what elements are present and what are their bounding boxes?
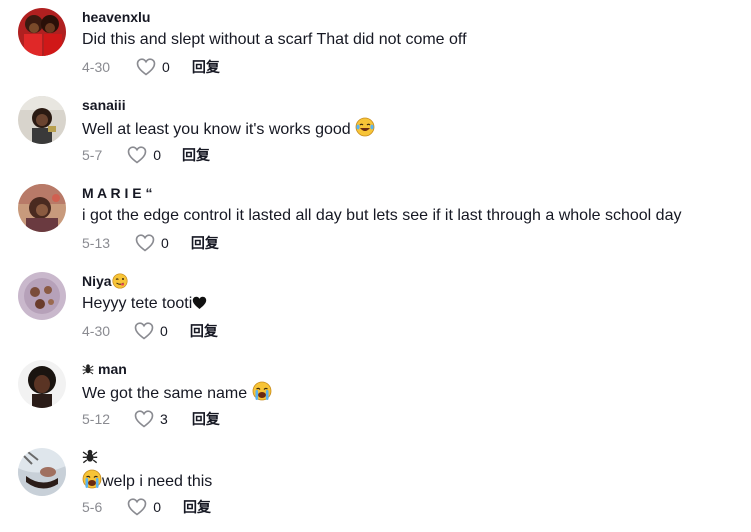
reply-button[interactable]: 回复 xyxy=(192,57,220,77)
comment-text-content: Well at least you know it's works good xyxy=(82,121,351,138)
comment-item: M A R I E “ i got the edge control it la… xyxy=(0,180,751,268)
like-count: 0 xyxy=(153,499,162,515)
comment-text: i got the edge control it lasted all day… xyxy=(82,207,682,224)
like-button[interactable]: 0 xyxy=(134,322,168,340)
avatar[interactable] xyxy=(18,272,66,320)
reply-button[interactable]: 回复 xyxy=(190,321,218,341)
comment-meta: 5-12 3 回复 xyxy=(82,409,220,429)
heart-icon xyxy=(134,410,154,428)
heart-icon xyxy=(136,58,156,76)
comment-text: Did this and slept without a scarf That … xyxy=(82,31,467,48)
reply-button[interactable]: 回复 xyxy=(191,233,219,253)
avatar[interactable] xyxy=(18,184,66,232)
comment-text: Heyyy tete tooti xyxy=(82,293,207,317)
heart-icon xyxy=(127,146,147,164)
comment-text: welp i need this xyxy=(82,469,212,496)
comment-item: Niya Heyyy tete tooti 4-30 0 回复 xyxy=(0,268,751,356)
heart-icon xyxy=(127,498,147,516)
avatar[interactable] xyxy=(18,96,66,144)
black-heart-emoji xyxy=(192,295,207,317)
username[interactable]: M A R I E “ xyxy=(82,184,153,202)
like-count: 0 xyxy=(162,59,170,75)
spider-emoji xyxy=(82,448,98,468)
comment-text-content: Heyyy tete tooti xyxy=(82,295,193,312)
username[interactable]: sanaiii xyxy=(82,96,126,114)
username[interactable]: Niya xyxy=(82,272,128,293)
comment-meta: 4-30 0 回复 xyxy=(82,321,218,341)
crying-emoji xyxy=(252,381,272,408)
like-count: 0 xyxy=(161,235,169,251)
comment-item: welp i need this 5-6 0 回复 xyxy=(0,444,751,532)
username-text: man xyxy=(98,361,127,377)
username[interactable] xyxy=(82,448,98,468)
spider-emoji xyxy=(82,361,94,379)
comment-meta: 4-30 0 回复 xyxy=(82,57,220,77)
comment-item: sanaiii Well at least you know it's work… xyxy=(0,92,751,180)
yum-emoji xyxy=(112,273,128,293)
username-text: Niya xyxy=(82,273,112,289)
avatar[interactable] xyxy=(18,448,66,496)
comment-meta: 5-6 0 回复 xyxy=(82,497,211,517)
comment-date: 5-6 xyxy=(82,499,103,515)
laughing-tears-emoji xyxy=(355,117,375,144)
comment-date: 4-30 xyxy=(82,323,111,339)
comment-date: 5-12 xyxy=(82,411,111,427)
comment-date: 4-30 xyxy=(82,59,111,75)
like-button[interactable]: 0 xyxy=(136,58,170,76)
like-count: 3 xyxy=(160,411,168,427)
comment-date: 5-13 xyxy=(82,235,111,251)
comment-item: heavenxlu Did this and slept without a s… xyxy=(0,4,751,92)
like-button[interactable]: 0 xyxy=(127,498,161,516)
like-count: 0 xyxy=(160,323,168,339)
comment-text: Well at least you know it's works good xyxy=(82,117,375,144)
reply-button[interactable]: 回复 xyxy=(192,409,220,429)
like-button[interactable]: 3 xyxy=(134,410,168,428)
heart-icon xyxy=(134,322,154,340)
comment-item: man We got the same name 5-12 3 回复 xyxy=(0,356,751,444)
avatar[interactable] xyxy=(18,8,66,56)
like-count: 0 xyxy=(153,147,162,163)
reply-button[interactable]: 回复 xyxy=(183,497,211,517)
comment-text-content: welp i need this xyxy=(102,473,213,490)
avatar[interactable] xyxy=(18,360,66,408)
username[interactable]: man xyxy=(82,360,127,379)
comment-meta: 5-7 0 回复 xyxy=(82,145,210,165)
comment-text-content: We got the same name xyxy=(82,385,248,402)
comment-meta: 5-13 0 回复 xyxy=(82,233,219,253)
comment-date: 5-7 xyxy=(82,147,103,163)
crying-emoji xyxy=(82,469,102,496)
heart-icon xyxy=(135,234,155,252)
like-button[interactable]: 0 xyxy=(127,146,161,164)
reply-button[interactable]: 回复 xyxy=(182,145,210,165)
comment-text: We got the same name xyxy=(82,381,272,408)
like-button[interactable]: 0 xyxy=(135,234,169,252)
username[interactable]: heavenxlu xyxy=(82,8,150,26)
